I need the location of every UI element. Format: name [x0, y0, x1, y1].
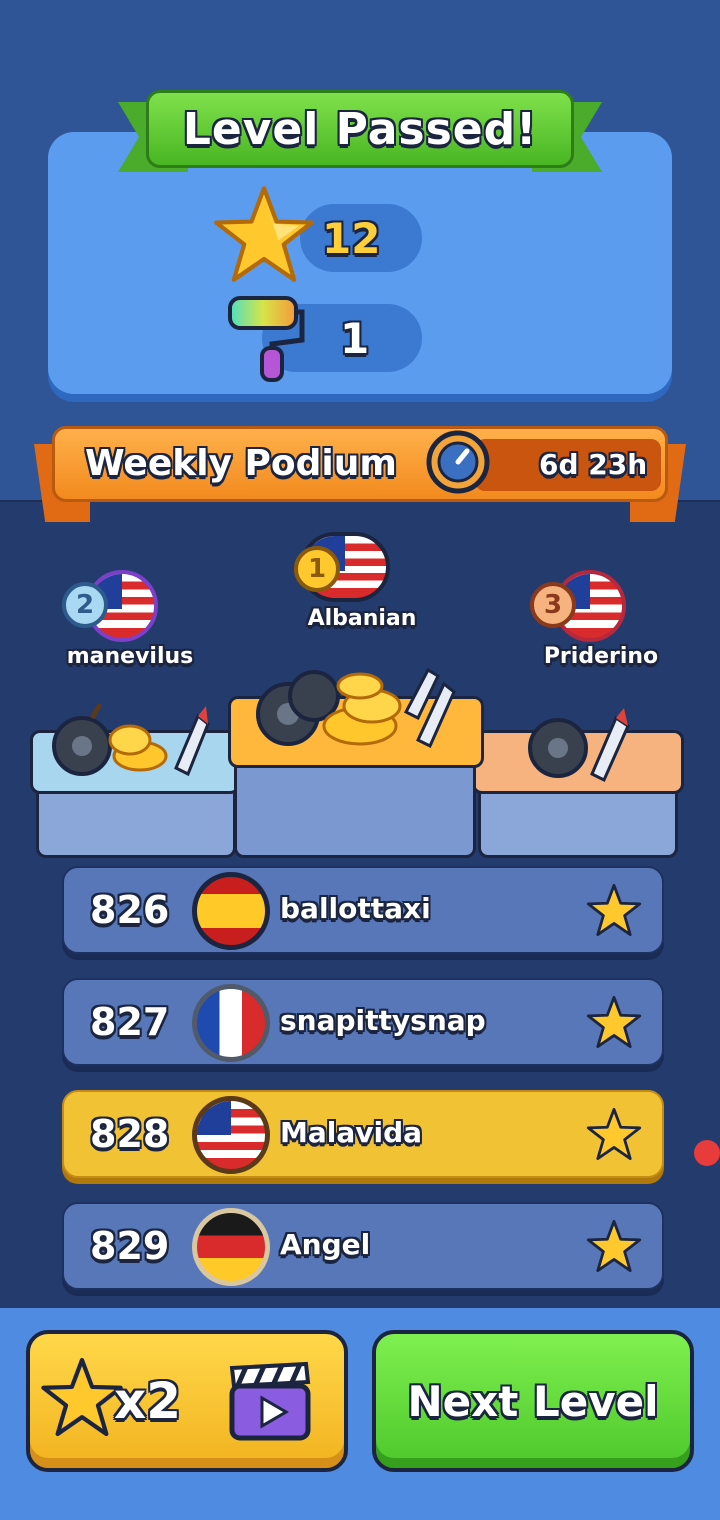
podium-block-second — [36, 790, 236, 858]
rank-badge-second: 2 — [62, 582, 108, 628]
podium-first-name: Albanian — [307, 606, 417, 631]
player-name: snapittysnap — [280, 1004, 486, 1037]
rank-badge-first: 1 — [294, 546, 340, 592]
podium-third-name: Priderino — [543, 644, 659, 669]
rocket-icon — [174, 706, 210, 777]
next-level-button[interactable]: Next Level — [372, 1330, 694, 1472]
star-icon — [586, 883, 642, 937]
second-place-prizes — [52, 702, 210, 777]
player-name: Malavida — [280, 1116, 423, 1149]
podium-second-name: manevilus — [66, 644, 194, 669]
rank-number: 826 — [90, 888, 170, 932]
star-icon — [586, 995, 642, 1049]
clock-icon — [426, 430, 490, 494]
star-icon — [586, 1219, 642, 1273]
player-name: ballottaxi — [280, 892, 431, 925]
star-reward-value: 12 — [322, 214, 381, 263]
player-name: Angel — [280, 1228, 371, 1261]
rank-number: 827 — [90, 1000, 170, 1044]
timer-pill: 6d 23h — [475, 439, 661, 491]
star-icon — [41, 1357, 123, 1437]
podium-block-third — [478, 790, 678, 858]
page-title: Level Passed! — [182, 103, 538, 155]
rank-number: 829 — [90, 1224, 170, 1268]
weekly-podium-header: Weekly Podium 6d 23h — [34, 426, 686, 522]
podium-block-first — [234, 764, 476, 858]
rank-badge-third: 3 — [530, 582, 576, 628]
level-passed-ribbon: Level Passed! — [118, 84, 602, 182]
france-flag-icon — [192, 984, 270, 1062]
multiplier-label: x2 — [114, 1372, 182, 1430]
germany-flag-icon — [192, 1208, 270, 1286]
video-clapperboard-icon — [229, 1361, 311, 1441]
first-place-prizes — [256, 667, 456, 749]
rocket-icon — [403, 667, 456, 749]
leaderboard-row[interactable]: 827 snapittysnap — [62, 978, 664, 1066]
usa-flag-icon — [192, 1096, 270, 1174]
podium-title: Weekly Podium — [85, 443, 397, 484]
leaderboard-row-current-player[interactable]: 828 Malavida — [62, 1090, 664, 1178]
next-level-label: Next Level — [407, 1376, 659, 1426]
star-icon — [214, 186, 314, 282]
bomb-icon — [528, 718, 588, 778]
rocket-icon — [590, 708, 630, 783]
bomb-icon — [52, 702, 112, 776]
roller-reward-value: 1 — [340, 314, 370, 363]
notification-dot — [694, 1140, 720, 1166]
leaderboard-row[interactable]: 829 Angel — [62, 1202, 664, 1290]
third-place-prizes — [528, 708, 630, 783]
timer-text: 6d 23h — [539, 448, 648, 481]
rank-number: 828 — [90, 1112, 170, 1156]
paint-roller-icon — [228, 296, 305, 382]
leaderboard-row[interactable]: 826 ballottaxi — [62, 866, 664, 954]
star-icon — [586, 1107, 642, 1161]
coins-icon — [108, 724, 168, 772]
spain-flag-icon — [192, 872, 270, 950]
double-stars-ad-button[interactable]: x2 — [26, 1330, 348, 1472]
